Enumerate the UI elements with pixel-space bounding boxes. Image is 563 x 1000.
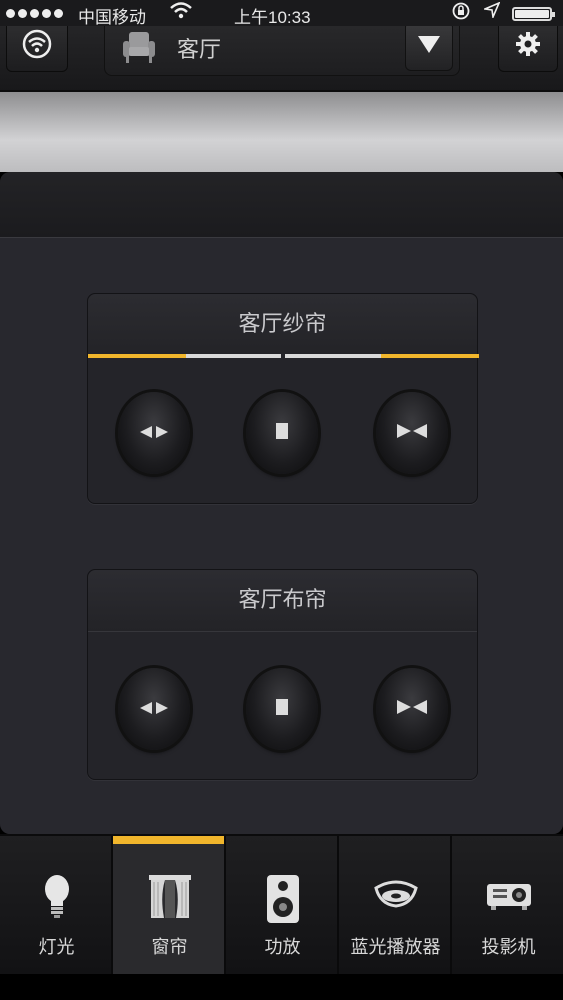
card-title: 客厅布帘 (88, 570, 477, 632)
bottom-tab-bar: 灯光 窗帘 功放 蓝光播放器 投影机 (0, 834, 563, 976)
stop-icon (276, 699, 288, 719)
close-curtain-button[interactable] (376, 668, 448, 750)
signal-strength-icon (6, 9, 63, 18)
location-arrow-icon (482, 1, 501, 23)
lightbulb-icon (0, 874, 113, 920)
speaker-icon (226, 874, 339, 924)
curtain-card-drape: 客厅布帘 (87, 569, 478, 780)
tab-lighting[interactable]: 灯光 (0, 836, 113, 976)
curtain-button-row (88, 634, 477, 779)
projector-icon (452, 874, 563, 914)
tab-label: 投影机 (481, 937, 536, 958)
close-curtain-button[interactable] (376, 392, 448, 474)
tab-label: 蓝光播放器 (350, 937, 441, 958)
carrier-name: 中国移动 (78, 8, 146, 27)
tab-bluray-player[interactable]: 蓝光播放器 (339, 836, 452, 976)
wifi-icon (22, 29, 52, 63)
close-arrows-icon (396, 699, 428, 719)
tab-label: 窗帘 (151, 937, 188, 958)
curtain-card-sheer: 客厅纱帘 (87, 293, 479, 504)
stop-curtain-button[interactable] (246, 392, 318, 474)
close-arrows-icon (396, 423, 428, 443)
panel-header (0, 172, 563, 238)
open-curtain-button[interactable] (118, 392, 190, 474)
status-wifi-icon (170, 0, 192, 25)
tab-amplifier[interactable]: 功放 (226, 836, 339, 976)
dropdown-triangle-icon (417, 34, 441, 58)
rotation-lock-icon (452, 2, 470, 25)
header-divider-band (0, 92, 563, 172)
card-title: 客厅纱帘 (88, 294, 477, 356)
tab-label: 灯光 (38, 937, 75, 958)
open-arrows-icon (139, 700, 169, 719)
room-dropdown-button[interactable] (405, 21, 453, 71)
bottom-edge (0, 974, 563, 1000)
gear-icon (515, 31, 541, 61)
tab-curtains[interactable]: 窗帘 (113, 836, 226, 976)
status-bar: 中国移动 上午10:33 (0, 0, 563, 27)
curtain-button-row (88, 358, 477, 503)
tab-projector[interactable]: 投影机 (452, 836, 563, 976)
curtain-control-panel: 客厅纱帘 客厅布帘 (0, 172, 563, 834)
armchair-icon (121, 29, 157, 69)
battery-icon (512, 7, 555, 21)
stop-curtain-button[interactable] (246, 668, 318, 750)
stop-icon (276, 423, 288, 443)
settings-button[interactable] (498, 20, 558, 72)
open-arrows-icon (139, 424, 169, 443)
bluray-icon (339, 874, 452, 918)
wifi-button[interactable] (6, 20, 68, 72)
room-name: 客厅 (177, 38, 222, 63)
open-curtain-button[interactable] (118, 668, 190, 750)
status-time: 上午10:33 (234, 8, 311, 27)
curtain-icon (113, 874, 226, 920)
tab-label: 功放 (264, 937, 301, 958)
